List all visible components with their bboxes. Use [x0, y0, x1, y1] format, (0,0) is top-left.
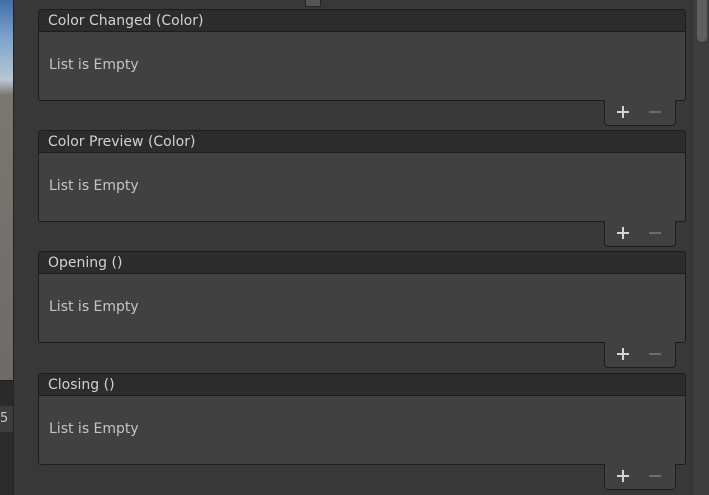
minus-icon: [649, 470, 661, 482]
remove-listener-button[interactable]: [643, 342, 667, 366]
list-empty-label: List is Empty: [49, 421, 139, 437]
plus-icon: [617, 348, 629, 360]
minus-icon: [649, 227, 661, 239]
scrollbar-thumb[interactable]: [697, 0, 707, 42]
event-list-footer: [604, 464, 676, 490]
inspector-scrollbar[interactable]: [694, 0, 709, 495]
scene-toolbar: [0, 380, 13, 407]
list-empty-label: List is Empty: [49, 178, 139, 194]
event-color-preview: Color Preview (Color) List is Empty: [38, 130, 688, 249]
add-listener-button[interactable]: [611, 100, 635, 124]
event-list-footer: [604, 221, 676, 247]
event-list-body: List is Empty: [38, 153, 686, 222]
event-header: Opening (): [38, 251, 686, 274]
plus-icon: [617, 470, 629, 482]
event-header: Color Changed (Color): [38, 9, 686, 32]
event-header: Color Preview (Color): [38, 130, 686, 153]
event-opening: Opening () List is Empty: [38, 251, 688, 370]
remove-listener-button[interactable]: [643, 100, 667, 124]
event-list-footer: [604, 100, 676, 126]
list-empty-label: List is Empty: [49, 57, 139, 73]
event-header: Closing (): [38, 373, 686, 396]
event-list-body: List is Empty: [38, 274, 686, 343]
scene-panel-bottom: [0, 432, 13, 495]
scene-view: [0, 0, 13, 380]
panel-divider[interactable]: [13, 0, 14, 495]
event-closing: Closing () List is Empty: [38, 373, 688, 492]
list-empty-label: List is Empty: [49, 299, 139, 315]
top-toggle-checkbox[interactable]: [305, 0, 321, 7]
add-listener-button[interactable]: [611, 342, 635, 366]
remove-listener-button[interactable]: [643, 464, 667, 488]
minus-icon: [649, 348, 661, 360]
plus-icon: [617, 106, 629, 118]
event-list-body: List is Empty: [38, 32, 686, 101]
add-listener-button[interactable]: [611, 221, 635, 245]
plus-icon: [617, 227, 629, 239]
event-color-changed: Color Changed (Color) List is Empty: [38, 9, 688, 128]
remove-listener-button[interactable]: [643, 221, 667, 245]
add-listener-button[interactable]: [611, 464, 635, 488]
minus-icon: [649, 106, 661, 118]
scene-number-field[interactable]: 5: [0, 406, 13, 433]
event-list-footer: [604, 342, 676, 368]
event-list-body: List is Empty: [38, 396, 686, 465]
